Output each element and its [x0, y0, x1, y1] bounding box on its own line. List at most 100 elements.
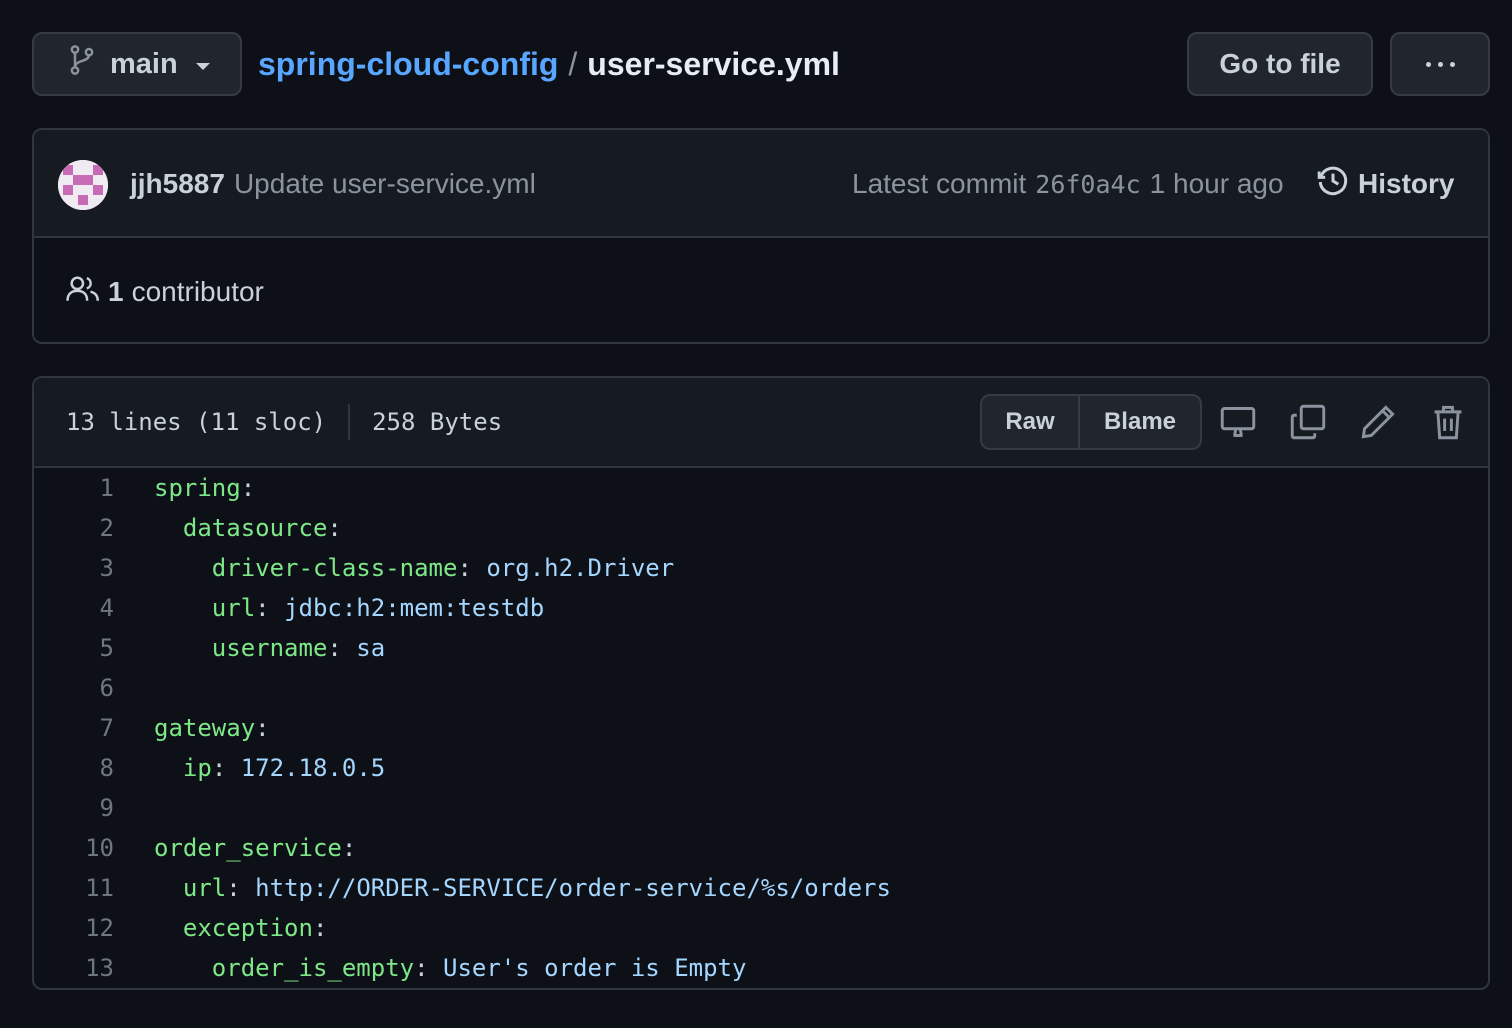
code-content: ip: 172.18.0.5	[154, 754, 385, 782]
yaml-key: username	[211, 634, 328, 662]
yaml-colon: :	[312, 914, 328, 942]
yaml-key: exception	[182, 914, 313, 942]
line-number[interactable]: 6	[34, 674, 114, 702]
yaml-colon: :	[211, 754, 241, 782]
yaml-colon: :	[255, 714, 270, 742]
yaml-colon: :	[414, 954, 443, 982]
git-branch-icon	[68, 44, 96, 84]
pencil-icon[interactable]	[1360, 404, 1396, 440]
yaml-value: 172.18.0.5	[240, 754, 386, 782]
breadcrumb-file-name: user-service.yml	[587, 45, 840, 82]
divider	[348, 404, 351, 440]
line-number[interactable]: 13	[34, 954, 114, 982]
commit-sha-link[interactable]: 26f0a4c	[1035, 170, 1140, 199]
branch-selector-button[interactable]: main	[32, 32, 242, 96]
latest-commit-box: jjh5887 Update user-service.yml Latest c…	[32, 128, 1490, 344]
yaml-value: org.h2.Driver	[486, 554, 675, 582]
code-line: 4 url: jdbc:h2:mem:testdb	[34, 588, 1488, 628]
code-content: url: http://ORDER-SERVICE/order-service/…	[154, 874, 891, 902]
history-link[interactable]: History	[1316, 130, 1454, 238]
line-number[interactable]: 5	[34, 634, 114, 662]
code-line: 6	[34, 668, 1488, 708]
chevron-down-icon	[195, 62, 210, 70]
commit-author-link[interactable]: jjh5887	[130, 168, 225, 200]
copy-icon[interactable]	[1290, 404, 1326, 440]
yaml-key: order_service	[154, 834, 342, 862]
code-line: 11 url: http://ORDER-SERVICE/order-servi…	[34, 868, 1488, 908]
go-to-file-button[interactable]: Go to file	[1187, 32, 1373, 96]
line-count: 13 lines (11 sloc)	[66, 408, 327, 436]
contributors-link[interactable]: 1 contributor	[66, 238, 264, 342]
breadcrumb-separator: /	[568, 45, 578, 82]
code-content: username: sa	[154, 634, 385, 662]
line-number[interactable]: 8	[34, 754, 114, 782]
code-line: 3 driver-class-name: org.h2.Driver	[34, 548, 1488, 588]
line-number[interactable]: 10	[34, 834, 114, 862]
commit-message-link[interactable]: Update user-service.yml	[234, 168, 536, 200]
code-content: datasource:	[154, 514, 342, 542]
file-size: 258 Bytes	[372, 408, 503, 436]
yaml-value: sa	[356, 634, 386, 662]
avatar[interactable]	[58, 160, 108, 210]
line-number[interactable]: 12	[34, 914, 114, 942]
history-label: History	[1358, 168, 1455, 199]
line-number[interactable]: 4	[34, 594, 114, 622]
kebab-icon	[1425, 61, 1455, 67]
branch-name: main	[110, 47, 178, 80]
code-line: 9	[34, 788, 1488, 828]
raw-button[interactable]: Raw	[982, 396, 1080, 448]
line-number[interactable]: 7	[34, 714, 114, 742]
history-icon	[1316, 164, 1350, 205]
yaml-key: ip	[182, 754, 212, 782]
code-line: 13 order_is_empty: User's order is Empty	[34, 948, 1488, 988]
trash-icon[interactable]	[1430, 404, 1466, 440]
yaml-colon: :	[327, 514, 342, 542]
commit-time: 1 hour ago	[1149, 168, 1284, 199]
yaml-key: url	[182, 874, 227, 902]
people-icon	[66, 275, 100, 310]
line-number[interactable]: 3	[34, 554, 114, 582]
code-line: 7 gateway:	[34, 708, 1488, 748]
yaml-colon: :	[327, 634, 357, 662]
yaml-key: url	[211, 594, 256, 622]
yaml-colon: :	[341, 834, 357, 862]
yaml-colon: :	[255, 594, 285, 622]
code-content: order_is_empty: User's order is Empty	[154, 954, 747, 982]
line-number[interactable]: 1	[34, 474, 114, 502]
code-content: order_service:	[154, 834, 356, 862]
contributor-label: contributor	[131, 276, 264, 307]
line-number[interactable]: 11	[34, 874, 114, 902]
contributor-count: 1	[108, 276, 124, 307]
yaml-key: spring	[154, 474, 241, 502]
yaml-colon: :	[226, 874, 256, 902]
line-number[interactable]: 2	[34, 514, 114, 542]
breadcrumb-repo-link[interactable]: spring-cloud-config	[258, 46, 558, 83]
blame-button[interactable]: Blame	[1080, 396, 1200, 448]
commit-row: jjh5887 Update user-service.yml Latest c…	[34, 130, 1488, 238]
line-number[interactable]: 9	[34, 794, 114, 822]
code-content: url: jdbc:h2:mem:testdb	[154, 594, 544, 622]
desktop-icon[interactable]	[1220, 404, 1256, 440]
commit-summary: jjh5887 Update user-service.yml	[130, 130, 536, 238]
yaml-value: jdbc:h2:mem:testdb	[284, 594, 545, 622]
code-line: 12 exception:	[34, 908, 1488, 948]
file-viewer: 13 lines (11 sloc) 258 Bytes Raw Blame 1…	[32, 376, 1490, 990]
yaml-key: gateway	[154, 714, 256, 742]
raw-blame-button-group: Raw Blame	[980, 394, 1202, 450]
commit-meta: Latest commit 26f0a4c 1 hour ago	[852, 130, 1284, 238]
yaml-value: User's order is Empty	[443, 954, 747, 982]
yaml-key: datasource	[182, 514, 328, 542]
yaml-key: order_is_empty	[211, 954, 415, 982]
more-options-button[interactable]	[1390, 32, 1490, 96]
latest-commit-label: Latest commit	[852, 168, 1027, 199]
yaml-colon: :	[240, 474, 256, 502]
yaml-value: http://ORDER-SERVICE/order-service/%s/or…	[255, 874, 891, 902]
breadcrumb: spring-cloud-config / user-service.yml	[258, 32, 840, 96]
code-content: spring:	[154, 474, 255, 502]
